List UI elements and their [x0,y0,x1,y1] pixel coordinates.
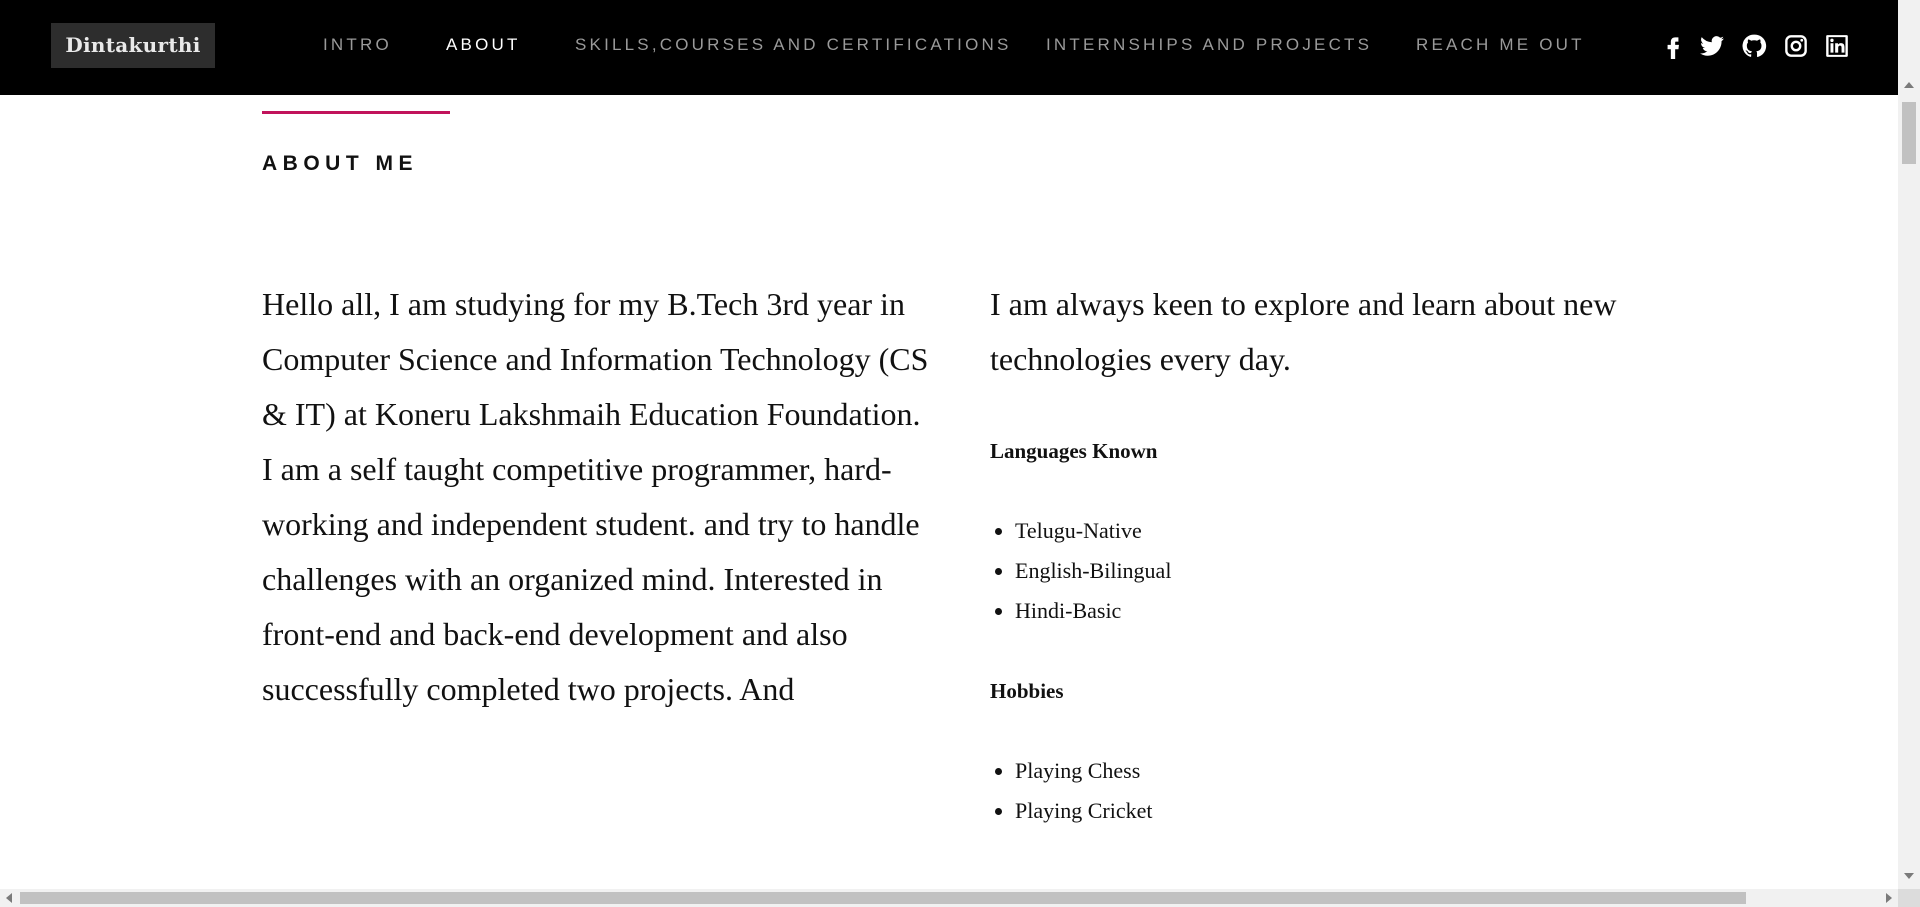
vertical-scroll-thumb[interactable] [1902,102,1916,164]
horizontal-scroll-thumb[interactable] [20,892,1746,904]
list-item: Playing Chess [1015,751,1152,791]
scroll-left-icon[interactable] [6,893,12,903]
languages-heading: Languages Known [990,439,1158,463]
hobbies-list: Playing Chess Playing Cricket [990,751,1152,831]
about-right-column: I am always keen to explore and learn ab… [990,277,1630,823]
instagram-icon[interactable] [1782,32,1810,60]
nav-item-skills[interactable]: SKILLS,COURSES AND CERTIFICATIONS [575,35,1012,55]
github-icon[interactable] [1740,32,1768,60]
nav-item-intro[interactable]: INTRO [323,35,392,55]
list-item: Telugu-Native [1015,511,1171,551]
list-item: English-Bilingual [1015,551,1171,591]
facebook-icon[interactable] [1659,32,1687,60]
hobbies-heading: Hobbies [990,679,1064,703]
about-right-text: I am always keen to explore and learn ab… [990,286,1617,377]
about-left-column: Hello all, I am studying for my B.Tech 3… [262,277,932,717]
brand-logo[interactable]: Dintakurthi [51,23,215,68]
section-accent-line [262,111,450,114]
languages-list: Telugu-Native English-Bilingual Hindi-Ba… [990,511,1171,631]
scroll-down-icon[interactable] [1904,873,1914,879]
scroll-up-icon[interactable] [1904,82,1914,88]
horizontal-scrollbar[interactable] [0,889,1898,907]
nav-item-internships[interactable]: INTERNSHIPS AND PROJECTS [1046,35,1372,55]
list-item: Playing Cricket [1015,791,1152,831]
section-title: ABOUT ME [262,152,418,175]
top-navbar: Dintakurthi INTRO ABOUT SKILLS,COURSES A… [0,0,1898,95]
twitter-icon[interactable] [1698,32,1726,60]
scrollbar-corner [1898,889,1920,907]
nav-item-reach[interactable]: REACH ME OUT [1416,35,1585,55]
scroll-right-icon[interactable] [1886,893,1892,903]
list-item: Hindi-Basic [1015,591,1171,631]
about-intro-text: Hello all, I am studying for my B.Tech 3… [262,286,929,707]
vertical-scrollbar[interactable] [1898,0,1920,889]
nav-item-about[interactable]: ABOUT [446,35,521,55]
linkedin-icon[interactable] [1823,32,1851,60]
